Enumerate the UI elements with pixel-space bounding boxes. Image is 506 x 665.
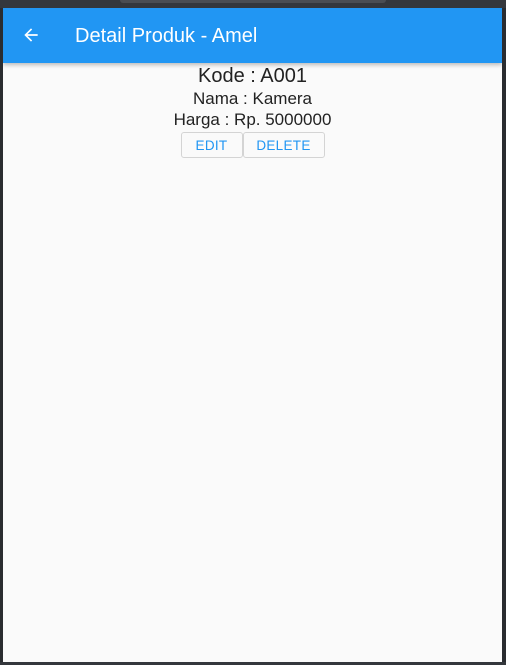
app-window: Detail Produk - Amel Kode : A001 Nama : …	[3, 8, 502, 662]
app-bar: Detail Produk - Amel	[3, 8, 502, 63]
back-button[interactable]	[15, 19, 47, 51]
top-notch	[120, 0, 386, 3]
product-price: Harga : Rp. 5000000	[173, 110, 332, 129]
device-frame: Detail Produk - Amel Kode : A001 Nama : …	[0, 0, 506, 665]
product-name: Nama : Kamera	[192, 89, 313, 108]
edit-button[interactable]: EDIT	[180, 132, 243, 158]
action-buttons: EDIT DELETE	[3, 132, 502, 158]
product-code: Kode : A001	[198, 65, 307, 87]
arrow-back-icon	[21, 25, 41, 45]
page-title: Detail Produk - Amel	[75, 25, 258, 47]
right-edge	[502, 8, 506, 662]
product-detail: Kode : A001 Nama : Kamera Harga : Rp. 50…	[3, 63, 502, 158]
delete-button[interactable]: DELETE	[242, 132, 325, 158]
